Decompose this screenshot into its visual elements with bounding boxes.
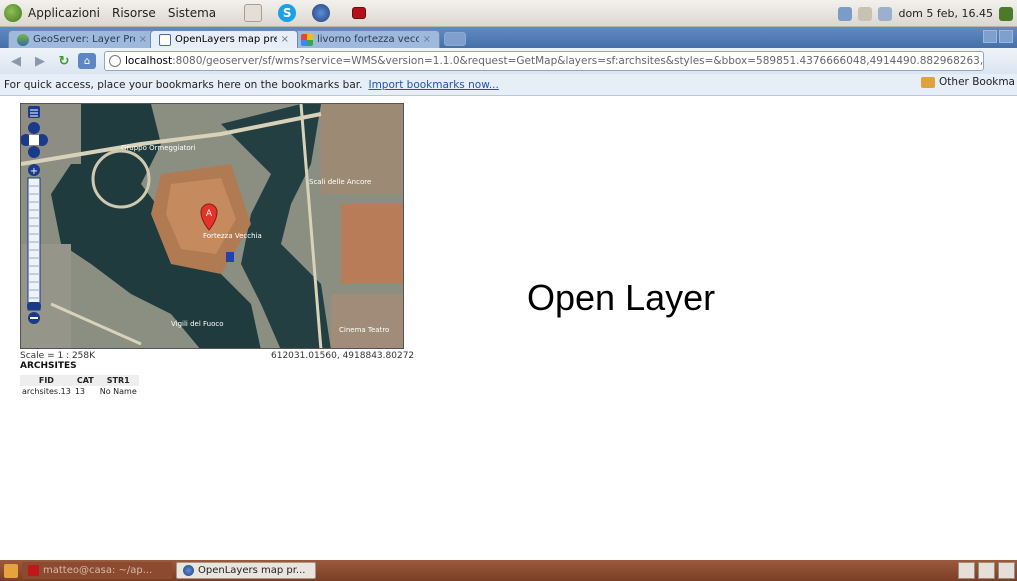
- map-label-vigili: Vigili del Fuoco: [171, 320, 224, 328]
- close-icon[interactable]: ×: [139, 34, 147, 45]
- taskbar-label: OpenLayers map pr...: [198, 565, 306, 576]
- url-host: localhost: [125, 55, 173, 67]
- table-row: archsites.13 13 No Name: [20, 386, 139, 397]
- page-info-icon[interactable]: [109, 55, 121, 67]
- clock[interactable]: dom 5 feb, 16.45: [898, 7, 993, 20]
- page-content: A Gruppo Ormeggiatori Scali delle Ancore…: [0, 97, 1017, 560]
- tray-app-icon[interactable]: [858, 6, 873, 21]
- layer-title: ARCHSITES: [20, 361, 77, 371]
- browser-icon: [183, 565, 194, 576]
- new-tab-button[interactable]: [444, 32, 466, 46]
- workspace-switcher: [958, 562, 1015, 579]
- google-favicon-icon: [301, 33, 313, 46]
- table-header-row: FID CAT STR1: [20, 375, 139, 386]
- openlayers-favicon-icon: [159, 33, 171, 46]
- network-icon[interactable]: [838, 6, 853, 21]
- pan-down-icon: [28, 146, 40, 158]
- cell-str1: No Name: [99, 387, 137, 396]
- folder-icon: [921, 76, 936, 88]
- menu-risorse[interactable]: Risorse: [112, 6, 156, 20]
- svg-text:+: +: [30, 166, 38, 177]
- tab-geoserver[interactable]: GeoServer: Layer Pre... ×: [8, 30, 156, 48]
- satellite-map[interactable]: A Gruppo Ormeggiatori Scali delle Ancore…: [21, 104, 404, 349]
- zoom-slider-icon: [27, 302, 41, 310]
- pan-up-icon: [28, 122, 40, 134]
- menu-sistema[interactable]: Sistema: [168, 6, 216, 20]
- top-menu: Applicazioni Risorse Sistema S: [0, 4, 367, 22]
- url-path: :8080/geoserver/sf/wms?service=WMS&versi…: [172, 55, 984, 67]
- taskbar-label: matteo@casa: ~/ap...: [43, 565, 153, 576]
- screen: Applicazioni Risorse Sistema S dom 5 feb…: [0, 0, 1017, 581]
- reload-button[interactable]: ↻: [54, 51, 74, 71]
- minimize-icon[interactable]: [983, 30, 997, 43]
- close-icon[interactable]: ×: [281, 34, 289, 45]
- home-launcher-icon[interactable]: [244, 4, 263, 22]
- col-cat: CAT: [72, 375, 98, 386]
- workspace-1[interactable]: [958, 562, 975, 579]
- tab-strip: GeoServer: Layer Pre... × OpenLayers map…: [0, 27, 1017, 48]
- browser-toolbar: ◀ ▶ ↻ ⌂ localhost :8080/geoserver/sf/wms…: [0, 48, 1017, 74]
- map-label-cinema: Cinema Teatro: [339, 326, 389, 334]
- other-bookmarks-label: Other Bookma: [939, 76, 1015, 88]
- menu-applicazioni[interactable]: Applicazioni: [28, 6, 100, 20]
- skype-launcher-icon[interactable]: S: [278, 4, 297, 22]
- workspace-2[interactable]: [978, 562, 995, 579]
- pan-zoom-bar[interactable]: +: [21, 104, 51, 334]
- trash-icon[interactable]: [998, 562, 1015, 579]
- cell-cat: 13: [74, 387, 86, 396]
- home-button[interactable]: ⌂: [78, 53, 96, 69]
- user-icon[interactable]: [878, 6, 893, 21]
- feature-info-table: FID CAT STR1 archsites.13 13 No Name: [20, 375, 139, 397]
- mouse-position-readout: 612031.01560, 4918843.80272: [271, 351, 415, 361]
- map-label-gruppo: Gruppo Ormeggiatori: [121, 144, 196, 152]
- bookmarks-bar: For quick access, place your bookmarks h…: [0, 74, 1017, 96]
- show-desktop-icon[interactable]: [4, 563, 18, 578]
- maximize-icon[interactable]: [999, 30, 1013, 43]
- map-viewport[interactable]: A Gruppo Ormeggiatori Scali delle Ancore…: [20, 103, 404, 349]
- import-bookmarks-link[interactable]: Import bookmarks now...: [368, 79, 498, 91]
- taskbar-item-browser[interactable]: OpenLayers map pr...: [176, 562, 316, 579]
- terminal-icon: [28, 565, 39, 576]
- cell-fid: archsites.13: [22, 387, 71, 396]
- col-fid: FID: [20, 375, 73, 386]
- caption-text: Open Layer: [527, 277, 716, 318]
- tab-label: GeoServer: Layer Pre...: [33, 34, 135, 45]
- taskbar-item-terminal[interactable]: matteo@casa: ~/ap...: [22, 562, 172, 579]
- map-label-scali: Scali delle Ancore: [309, 178, 371, 186]
- bottom-panel: matteo@casa: ~/ap... OpenLayers map pr..…: [0, 560, 1017, 581]
- tab-label: OpenLayers map pre...: [175, 34, 277, 45]
- scale-readout: Scale = 1 : 258K: [20, 351, 96, 361]
- top-panel: Applicazioni Risorse Sistema S dom 5 feb…: [0, 0, 1017, 27]
- distro-logo-icon[interactable]: [4, 4, 22, 22]
- tab-openlayers[interactable]: OpenLayers map pre... ×: [150, 30, 298, 48]
- system-tray: dom 5 feb, 16.45: [838, 0, 1013, 27]
- col-str1: STR1: [97, 375, 139, 386]
- tab-label: livorno fortezza vecc...: [317, 34, 419, 45]
- geoserver-favicon-icon: [17, 33, 29, 46]
- window-controls: [983, 30, 1013, 43]
- bookmarks-hint: For quick access, place your bookmarks h…: [4, 78, 363, 91]
- forward-button[interactable]: ▶: [30, 51, 50, 71]
- map-marker-a[interactable]: A: [206, 209, 213, 219]
- other-bookmarks-button[interactable]: Other Bookma: [921, 76, 1015, 88]
- map-label-fortezza: Fortezza Vecchia: [203, 232, 262, 240]
- close-icon[interactable]: ×: [423, 34, 431, 45]
- tab-livorno[interactable]: livorno fortezza vecc... ×: [292, 30, 440, 48]
- browser-launcher-icon[interactable]: [312, 4, 331, 22]
- app-launcher-icon[interactable]: [352, 7, 367, 19]
- back-button[interactable]: ◀: [6, 51, 26, 71]
- session-icon[interactable]: [999, 6, 1013, 21]
- address-bar[interactable]: localhost :8080/geoserver/sf/wms?service…: [104, 51, 984, 71]
